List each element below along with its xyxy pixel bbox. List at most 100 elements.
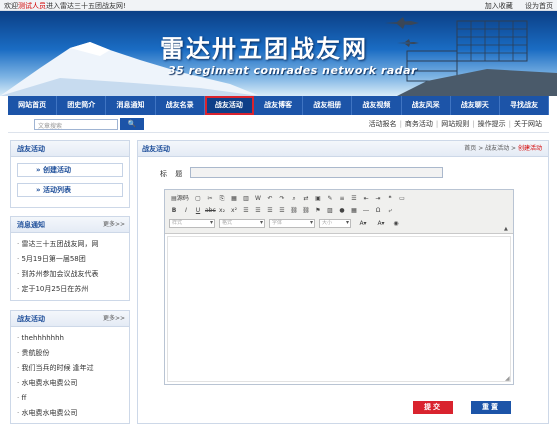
search-button[interactable]: 🔍	[120, 118, 144, 130]
paste-text-icon[interactable]: ▥	[241, 194, 251, 203]
jet-image	[385, 17, 419, 29]
news-more-link[interactable]: 更多>>	[103, 217, 125, 233]
strike-icon[interactable]: abc	[205, 206, 216, 215]
outdent-icon[interactable]: ⇤	[361, 194, 371, 203]
nav-item[interactable]: 战友风采	[402, 96, 451, 115]
activities-more-link[interactable]: 更多>>	[103, 311, 125, 327]
ordered-list-icon[interactable]: ≡	[337, 194, 347, 203]
blockquote-icon[interactable]: ❝	[385, 194, 395, 203]
nav-item[interactable]: 战友博客	[254, 96, 304, 115]
text-color-icon[interactable]: A▾	[355, 219, 371, 228]
reset-button[interactable]: 重置	[471, 401, 511, 414]
anchor-icon[interactable]: ⚑	[313, 206, 323, 215]
sidebar-heading: 消息通知 更多>>	[11, 217, 129, 233]
undo-icon[interactable]: ↶	[265, 194, 275, 203]
activity-item[interactable]: 水电费水电费公司	[17, 376, 123, 391]
activity-item[interactable]: 水电费水电费公司	[17, 406, 123, 421]
breadcrumb-section[interactable]: 战友活动	[485, 145, 509, 152]
find-icon[interactable]: ⌕	[289, 194, 299, 203]
bg-color-icon[interactable]: A▾	[373, 219, 389, 228]
news-item[interactable]: 5月19日第一届58团	[17, 252, 123, 267]
size-select[interactable]: 大小	[319, 219, 351, 228]
title-label: 标 题	[160, 170, 186, 178]
align-right-icon[interactable]: ☰	[265, 206, 275, 215]
font-select[interactable]: 字体	[269, 219, 315, 228]
welcome-text: 欢迎测试人员进入雷达三十五团战友网!	[4, 1, 126, 11]
editor-content-area[interactable]	[167, 236, 511, 382]
welcome-suffix: 进入雷达三十五团战友网!	[46, 2, 126, 10]
unlink-icon[interactable]: ⛓	[301, 206, 311, 215]
add-favorite-link[interactable]: 加入收藏	[485, 2, 513, 10]
news-item[interactable]: 到苏州参加会议战友代表	[17, 267, 123, 282]
nav-item[interactable]: 战友视频	[352, 96, 402, 115]
format-select[interactable]: 格式	[219, 219, 265, 228]
resize-handle-icon[interactable]: ◢	[505, 376, 511, 382]
title-input[interactable]	[190, 167, 443, 178]
create-activity-button[interactable]: » 创建活动	[17, 163, 123, 177]
sub-link[interactable]: 商务活动	[402, 120, 436, 128]
superscript-icon[interactable]: x²	[229, 206, 239, 215]
nav-item[interactable]: 团史简介	[57, 96, 107, 115]
submit-button[interactable]: 提交	[413, 401, 453, 414]
bold-icon[interactable]: B	[169, 206, 179, 215]
cut-icon[interactable]: ✂	[205, 194, 215, 203]
sub-link[interactable]: 网站规则	[438, 120, 472, 128]
align-left-icon[interactable]: ☰	[241, 206, 251, 215]
remove-format-icon[interactable]: ✎	[325, 194, 335, 203]
special-char-icon[interactable]: Ω	[373, 206, 383, 215]
paste-word-icon[interactable]: W	[253, 194, 263, 203]
nav-item[interactable]: 战友名录	[156, 96, 205, 115]
redo-icon[interactable]: ↷	[277, 194, 287, 203]
activity-sidebar-box: 战友活动 » 创建活动 » 活动列表	[10, 140, 130, 208]
unordered-list-icon[interactable]: ☰	[349, 194, 359, 203]
nav-item[interactable]: 网站首页	[8, 96, 58, 115]
subscript-icon[interactable]: x₂	[217, 206, 227, 215]
sub-link[interactable]: 操作提示	[475, 120, 509, 128]
collapse-toolbar-icon[interactable]: ▲	[504, 226, 510, 232]
copy-icon[interactable]: ⎘	[217, 194, 227, 203]
align-justify-icon[interactable]: ☰	[277, 206, 287, 215]
activities-list: thehhhhhhh贵航股份我们当兵的时候 逢年过水电费水电费公司ff水电费水电…	[11, 327, 129, 421]
news-item[interactable]: 雷达三十五团战友网，网	[17, 237, 123, 252]
breadcrumb-home[interactable]: 首页	[464, 145, 476, 152]
sub-link[interactable]: 活动报名	[366, 120, 400, 128]
nav-item[interactable]: 寻找战友	[500, 96, 550, 115]
sub-links: 活动报名 | 商务活动 | 网站规则 | 操作提示 | 关于网站	[366, 119, 545, 129]
align-center-icon[interactable]: ☰	[253, 206, 263, 215]
sub-link[interactable]: 关于网站	[511, 120, 545, 128]
sidebar-heading: 战友活动 更多>>	[11, 311, 129, 327]
activity-list-button[interactable]: » 活动列表	[17, 183, 123, 197]
activity-item[interactable]: thehhhhhhh	[17, 331, 123, 346]
activity-item[interactable]: ff	[17, 391, 123, 406]
image-icon[interactable]: ▨	[325, 206, 335, 215]
italic-icon[interactable]: I	[181, 206, 191, 215]
sub-bar: 文章搜索 🔍 活动报名 | 商务活动 | 网站规则 | 操作提示 | 关于网站	[8, 115, 549, 133]
style-select[interactable]: 样式	[169, 219, 215, 228]
page-break-icon[interactable]: ⤶	[385, 206, 395, 215]
select-all-icon[interactable]: ▣	[313, 194, 323, 203]
activity-item[interactable]: 我们当兵的时候 逢年过	[17, 361, 123, 376]
activity-item[interactable]: 贵航股份	[17, 346, 123, 361]
underline-icon[interactable]: U	[193, 206, 203, 215]
div-icon[interactable]: ▭	[397, 194, 407, 203]
nav-item[interactable]: 战友相册	[303, 96, 353, 115]
about-icon[interactable]: ◉	[391, 219, 401, 228]
nav-item[interactable]: 战友活动	[204, 96, 254, 115]
site-banner: 雷达卅五团战友网 35 regiment comrades network ra…	[0, 11, 557, 96]
news-sidebar-box: 消息通知 更多>> 雷达三十五团战友网，网5月19日第一届58团到苏州参加会议战…	[10, 216, 130, 301]
set-homepage-link[interactable]: 设为首页	[525, 2, 553, 10]
paste-icon[interactable]: ▦	[229, 194, 239, 203]
source-button[interactable]: ▤源码	[169, 194, 191, 203]
horizontal-rule-icon[interactable]: ―	[361, 206, 371, 215]
flash-icon[interactable]: ●	[337, 206, 347, 215]
table-icon[interactable]: ▦	[349, 206, 359, 215]
search-input[interactable]: 文章搜索	[34, 119, 118, 130]
nav-item[interactable]: 消息通知	[106, 96, 156, 115]
nav-item[interactable]: 战友聊天	[451, 96, 500, 115]
welcome-user[interactable]: 测试人员	[18, 2, 46, 10]
replace-icon[interactable]: ⇄	[301, 194, 311, 203]
news-item[interactable]: 定于10月25日在苏州	[17, 282, 123, 297]
indent-icon[interactable]: ⇥	[373, 194, 383, 203]
preview-icon[interactable]: ▢	[193, 194, 203, 203]
link-icon[interactable]: ⛓	[289, 206, 299, 215]
